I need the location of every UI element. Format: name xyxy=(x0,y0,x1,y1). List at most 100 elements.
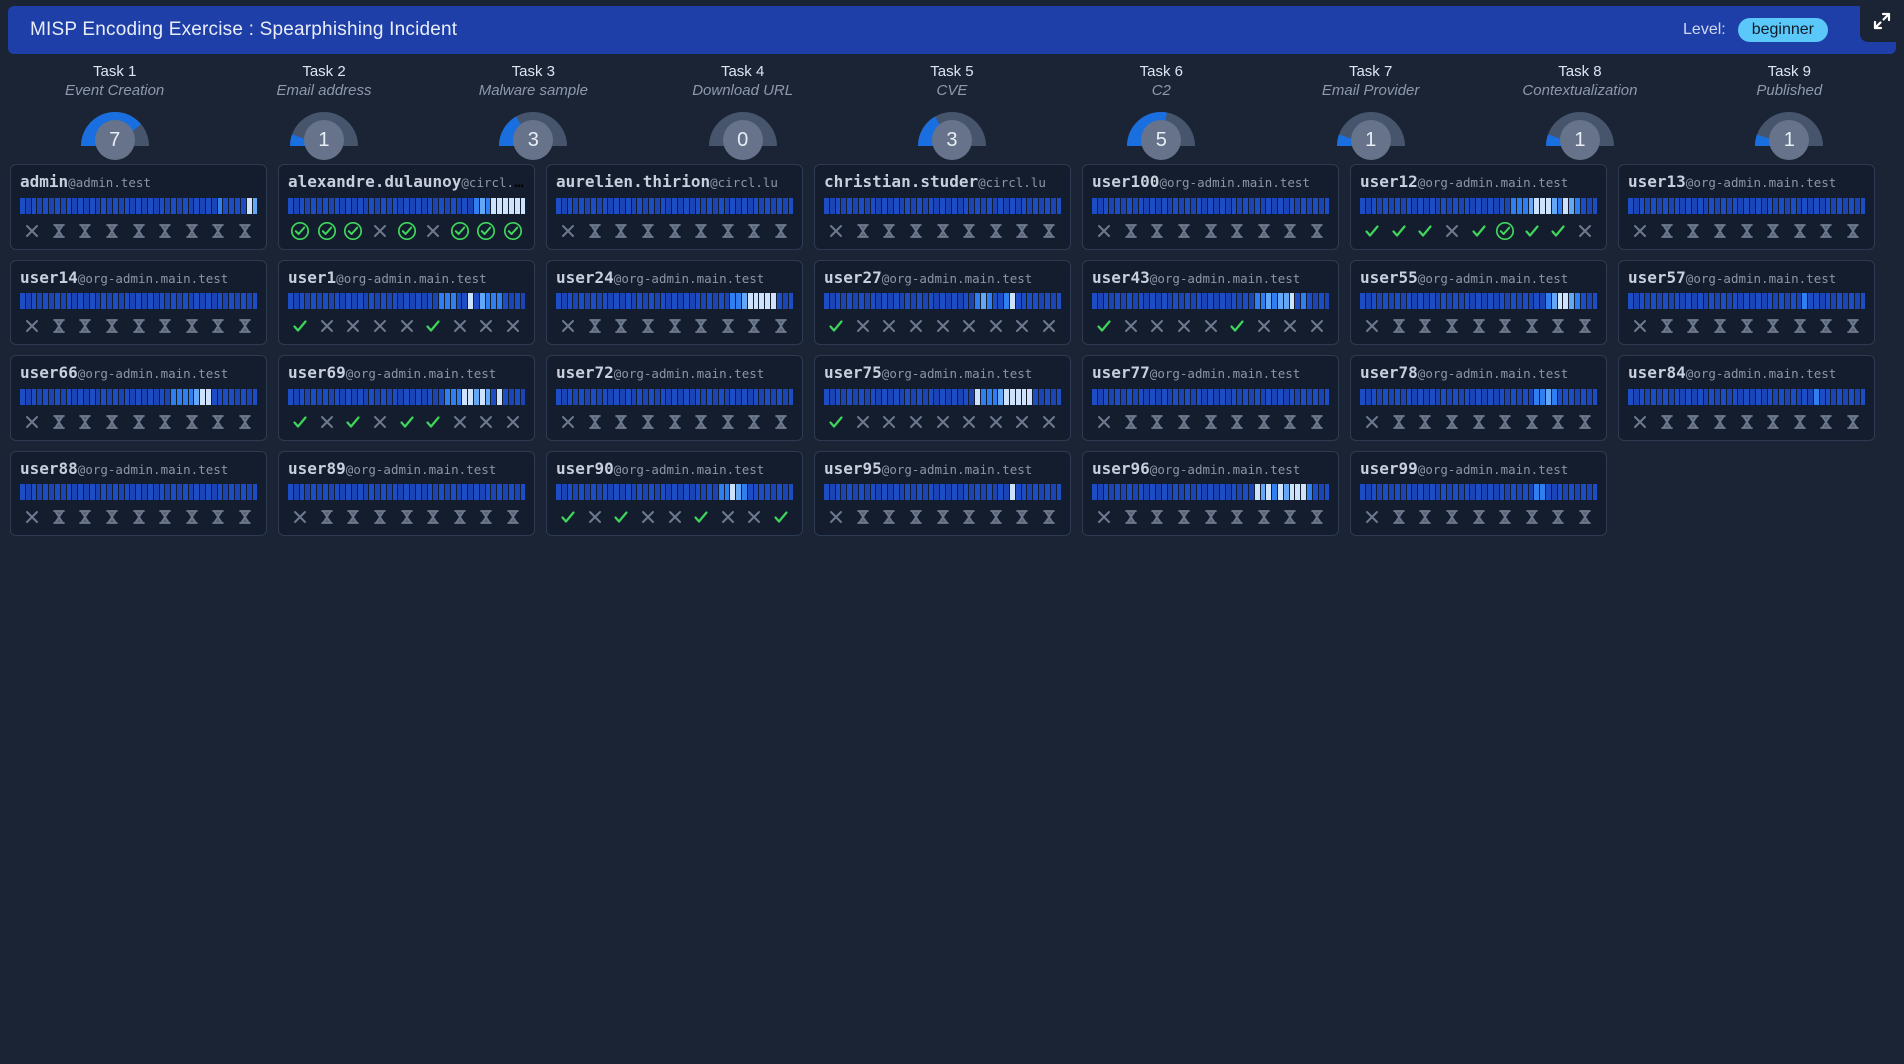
pending-icon[interactable] xyxy=(181,220,203,242)
user-card[interactable]: user89@org-admin.main.test xyxy=(278,450,535,537)
not-done-icon[interactable] xyxy=(1200,315,1222,337)
pending-icon[interactable] xyxy=(1200,506,1222,528)
not-done-icon[interactable] xyxy=(985,315,1007,337)
pending-icon[interactable] xyxy=(234,506,256,528)
pending-icon[interactable] xyxy=(1146,220,1168,242)
not-done-icon[interactable] xyxy=(1173,315,1195,337)
not-done-icon[interactable] xyxy=(316,315,338,337)
pending-icon[interactable] xyxy=(181,506,203,528)
user-card[interactable]: user14@org-admin.main.test xyxy=(10,259,267,346)
not-done-icon[interactable] xyxy=(825,506,847,528)
pending-icon[interactable] xyxy=(1762,315,1784,337)
pending-icon[interactable] xyxy=(985,220,1007,242)
done-icon[interactable] xyxy=(825,411,847,433)
not-done-icon[interactable] xyxy=(1361,506,1383,528)
pending-icon[interactable] xyxy=(1226,220,1248,242)
task-gauge[interactable]: 3 xyxy=(909,106,995,160)
pending-icon[interactable] xyxy=(743,315,765,337)
not-done-icon[interactable] xyxy=(316,411,338,433)
not-done-icon[interactable] xyxy=(422,220,444,242)
pending-icon[interactable] xyxy=(74,315,96,337)
not-done-icon[interactable] xyxy=(342,315,364,337)
pending-icon[interactable] xyxy=(1682,315,1704,337)
user-card[interactable]: user75@org-admin.main.test xyxy=(814,355,1071,441)
pending-icon[interactable] xyxy=(48,506,70,528)
pending-icon[interactable] xyxy=(985,506,1007,528)
done-icon[interactable] xyxy=(1547,220,1569,242)
task-gauge[interactable]: 3 xyxy=(490,106,576,160)
user-card[interactable]: user57@org-admin.main.test xyxy=(1618,259,1875,346)
pending-icon[interactable] xyxy=(717,315,739,337)
done-icon[interactable] xyxy=(289,315,311,337)
pending-icon[interactable] xyxy=(1120,506,1142,528)
not-done-icon[interactable] xyxy=(475,315,497,337)
pending-icon[interactable] xyxy=(207,506,229,528)
pending-icon[interactable] xyxy=(1709,315,1731,337)
not-done-icon[interactable] xyxy=(905,411,927,433)
pending-icon[interactable] xyxy=(74,220,96,242)
not-done-icon[interactable] xyxy=(1038,411,1060,433)
not-done-icon[interactable] xyxy=(502,411,524,433)
pending-icon[interactable] xyxy=(1494,506,1516,528)
pending-icon[interactable] xyxy=(664,220,686,242)
pending-icon[interactable] xyxy=(128,315,150,337)
pending-icon[interactable] xyxy=(584,220,606,242)
pending-icon[interactable] xyxy=(958,220,980,242)
pending-icon[interactable] xyxy=(1441,506,1463,528)
not-done-icon[interactable] xyxy=(396,315,418,337)
not-done-icon[interactable] xyxy=(1038,315,1060,337)
not-done-icon[interactable] xyxy=(21,220,43,242)
user-card[interactable]: christian.studer@circl.lu xyxy=(814,164,1071,250)
pending-icon[interactable] xyxy=(1011,220,1033,242)
not-done-icon[interactable] xyxy=(1093,411,1115,433)
done-icon[interactable] xyxy=(1361,220,1383,242)
pending-icon[interactable] xyxy=(770,411,792,433)
pending-icon[interactable] xyxy=(154,411,176,433)
pending-icon[interactable] xyxy=(1842,315,1864,337)
not-done-icon[interactable] xyxy=(21,315,43,337)
pending-icon[interactable] xyxy=(1120,411,1142,433)
pending-icon[interactable] xyxy=(1253,220,1275,242)
not-done-icon[interactable] xyxy=(1011,411,1033,433)
pending-icon[interactable] xyxy=(181,411,203,433)
pending-icon[interactable] xyxy=(637,411,659,433)
pending-icon[interactable] xyxy=(1226,506,1248,528)
pending-icon[interactable] xyxy=(449,506,471,528)
pending-icon[interactable] xyxy=(1682,411,1704,433)
pending-icon[interactable] xyxy=(207,315,229,337)
pending-icon[interactable] xyxy=(743,411,765,433)
pending-icon[interactable] xyxy=(770,315,792,337)
task-gauge[interactable]: 7 xyxy=(72,106,158,160)
pending-icon[interactable] xyxy=(1574,315,1596,337)
pending-icon[interactable] xyxy=(1388,411,1410,433)
not-done-icon[interactable] xyxy=(1361,411,1383,433)
pending-icon[interactable] xyxy=(396,506,418,528)
user-card[interactable]: user96@org-admin.main.test xyxy=(1082,450,1339,537)
validated-icon[interactable] xyxy=(316,220,338,242)
validated-icon[interactable] xyxy=(1494,220,1516,242)
pending-icon[interactable] xyxy=(905,506,927,528)
pending-icon[interactable] xyxy=(1441,411,1463,433)
not-done-icon[interactable] xyxy=(557,411,579,433)
not-done-icon[interactable] xyxy=(1306,315,1328,337)
pending-icon[interactable] xyxy=(74,506,96,528)
pending-icon[interactable] xyxy=(154,506,176,528)
pending-icon[interactable] xyxy=(1414,506,1436,528)
pending-icon[interactable] xyxy=(1253,506,1275,528)
pending-icon[interactable] xyxy=(1842,220,1864,242)
pending-icon[interactable] xyxy=(1253,411,1275,433)
task-column[interactable]: Task 3 Malware sample 3 xyxy=(429,62,638,160)
pending-icon[interactable] xyxy=(1789,411,1811,433)
pending-icon[interactable] xyxy=(101,411,123,433)
pending-icon[interactable] xyxy=(1173,506,1195,528)
pending-icon[interactable] xyxy=(234,315,256,337)
task-column[interactable]: Task 8 Contextualization 1 xyxy=(1475,62,1684,160)
pending-icon[interactable] xyxy=(1279,506,1301,528)
pending-icon[interactable] xyxy=(1011,506,1033,528)
user-card[interactable]: user13@org-admin.main.test xyxy=(1618,164,1875,250)
task-gauge[interactable]: 1 xyxy=(1328,106,1414,160)
task-gauge[interactable]: 1 xyxy=(1537,106,1623,160)
not-done-icon[interactable] xyxy=(852,411,874,433)
pending-icon[interactable] xyxy=(717,220,739,242)
not-done-icon[interactable] xyxy=(958,411,980,433)
